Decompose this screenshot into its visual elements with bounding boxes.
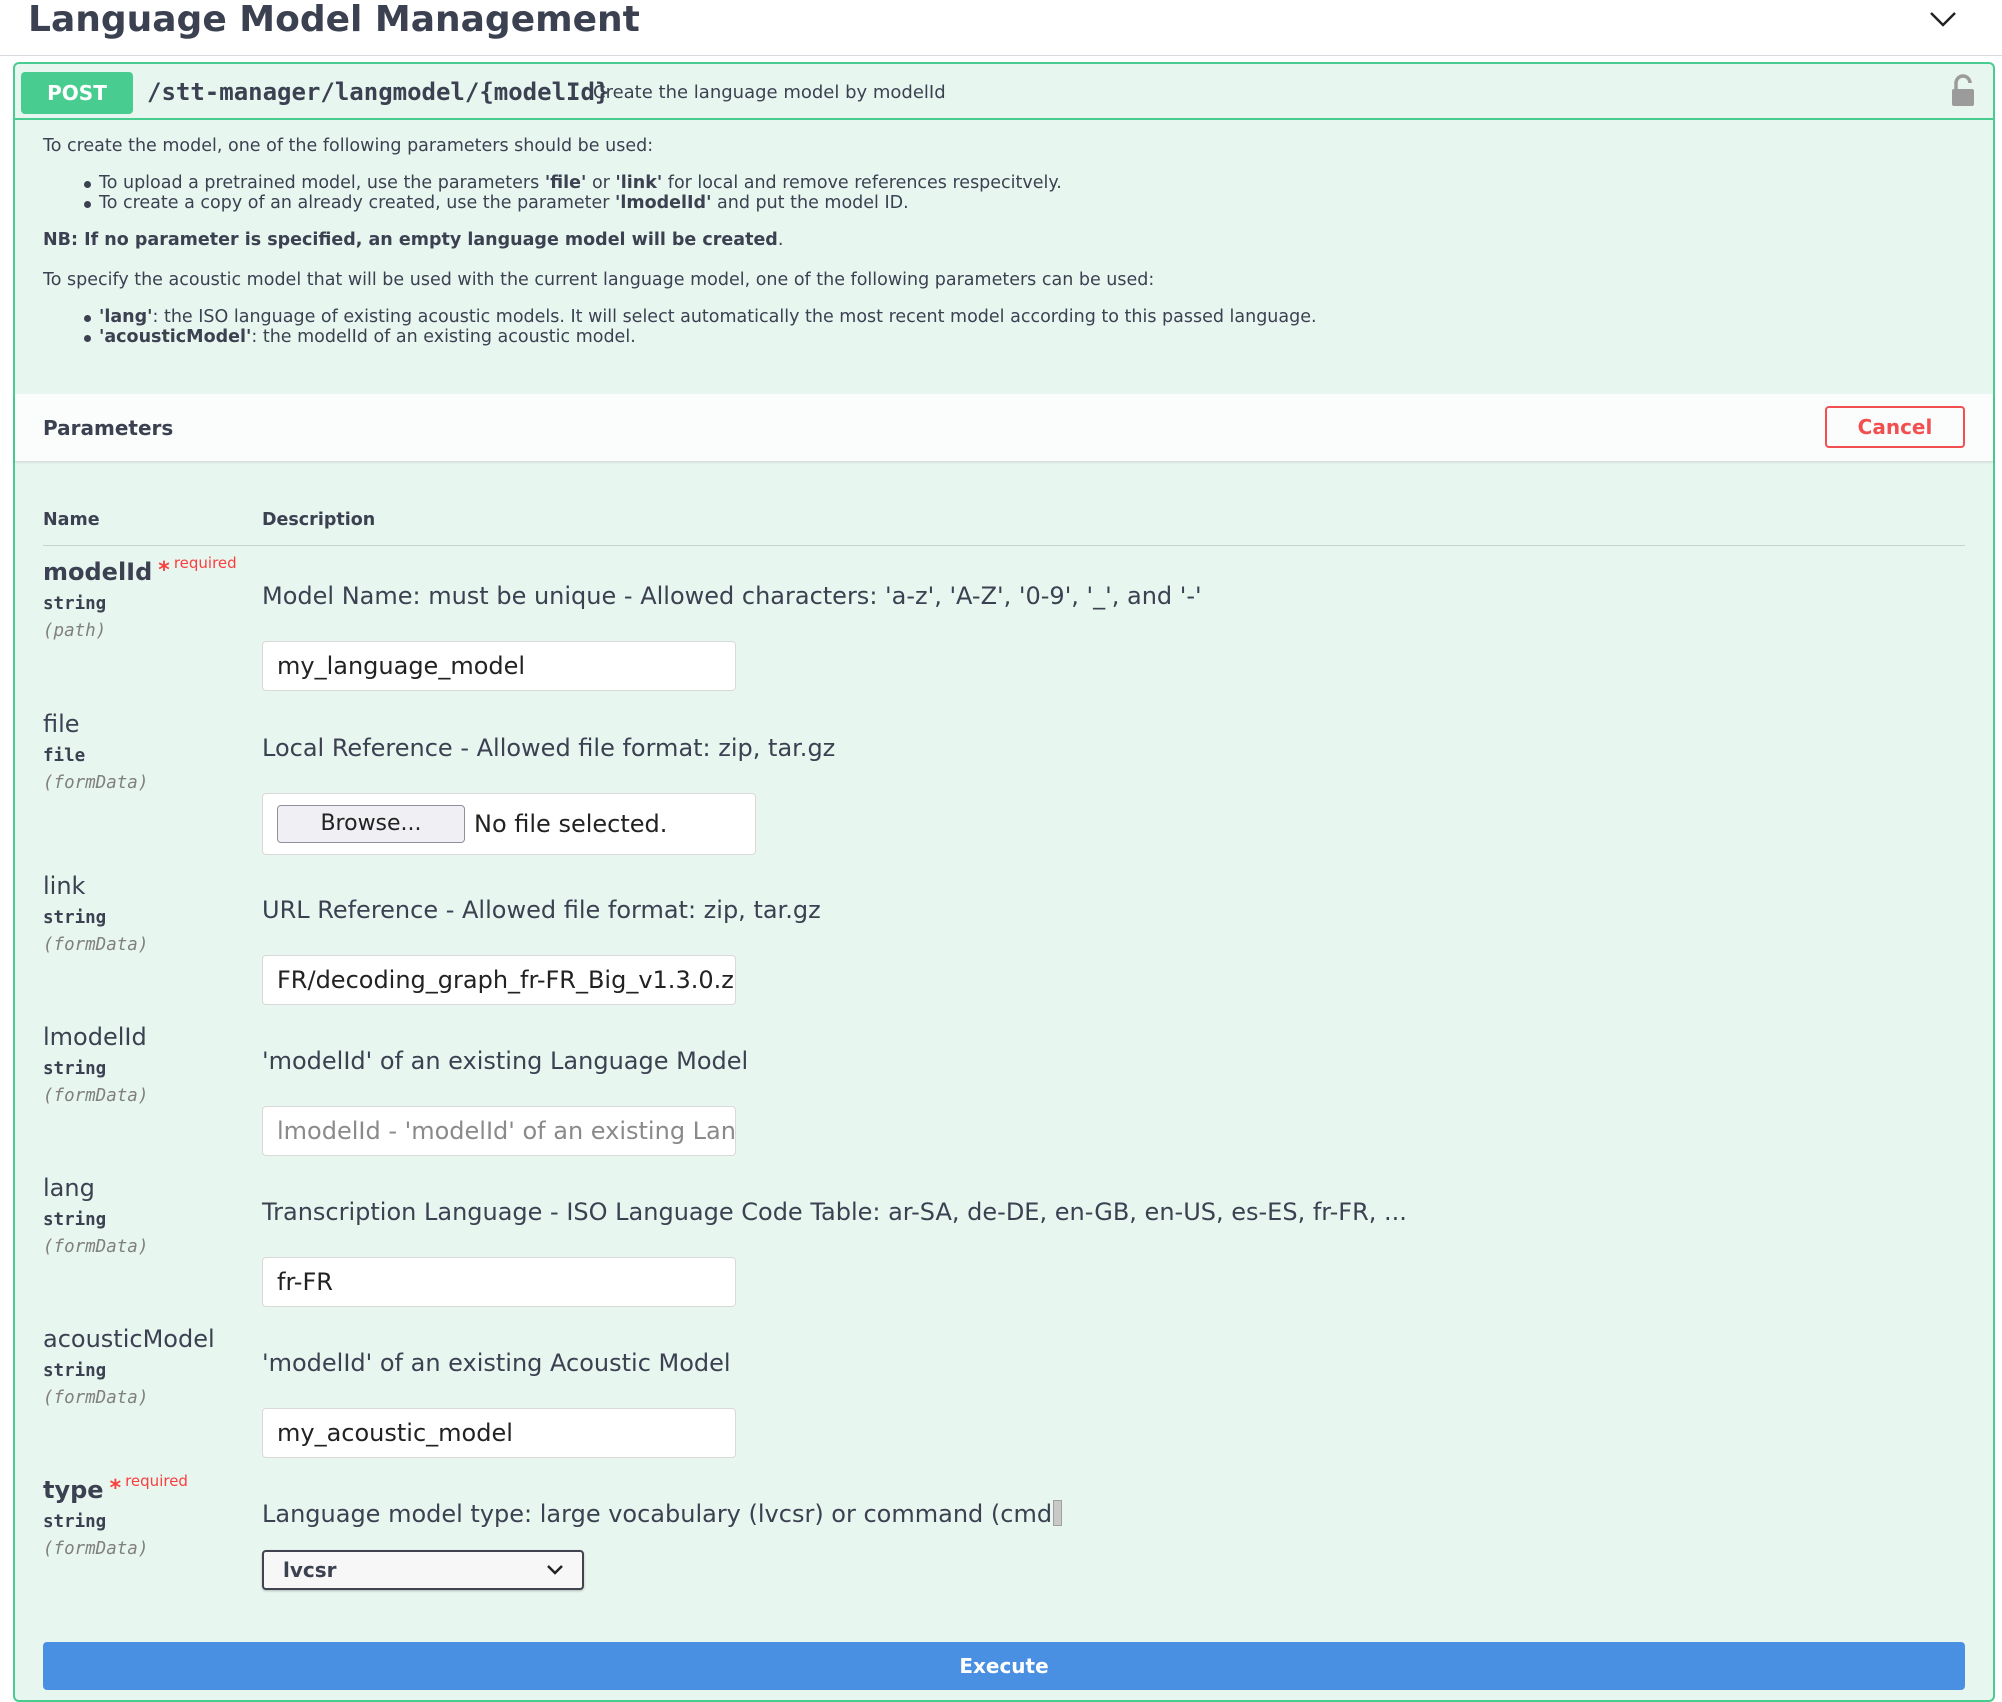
- browse-button[interactable]: Browse...: [277, 805, 465, 843]
- param-description: Local Reference - Allowed file format: z…: [262, 734, 836, 762]
- method-badge: POST: [21, 72, 133, 114]
- param-in: (formData): [43, 1388, 149, 1408]
- execute-button[interactable]: Execute: [43, 1642, 1965, 1690]
- link-input[interactable]: FR/decoding_graph_fr-FR_Big_v1.3.0.zip: [262, 955, 736, 1005]
- operation-block: POST /stt-manager/langmodel/{modelId} Cr…: [13, 62, 1995, 1702]
- param-type: string: [43, 1361, 107, 1381]
- param-description: 'modelId' of an existing Acoustic Model: [262, 1349, 731, 1377]
- cancel-button[interactable]: Cancel: [1825, 406, 1965, 448]
- param-description: 'modelId' of an existing Language Model: [262, 1047, 749, 1075]
- param-type: string: [43, 1512, 107, 1532]
- operation-path: /stt-manager/langmodel/{modelId}: [147, 78, 610, 106]
- operation-summary: Create the language model by modelId: [593, 82, 946, 103]
- param-name-type: type * required: [43, 1472, 188, 1504]
- lmodelid-input[interactable]: lmodelId - 'modelId' of an existing Lang…: [262, 1106, 736, 1156]
- param-in: (formData): [43, 1539, 149, 1559]
- param-in: (formData): [43, 1086, 149, 1106]
- param-name-modelid: modelId * required: [43, 554, 237, 586]
- chevron-down-icon: [547, 1565, 563, 1575]
- description-intro: To create the model, one of the followin…: [43, 136, 654, 156]
- lang-input[interactable]: fr-FR: [262, 1257, 736, 1307]
- param-in: (formData): [43, 773, 149, 793]
- lock-icon[interactable]: [1949, 74, 1977, 108]
- section-header[interactable]: Language Model Management: [0, 0, 2002, 56]
- param-type: string: [43, 1210, 107, 1230]
- acousticmodel-input[interactable]: my_acoustic_model: [262, 1408, 736, 1458]
- section-title: Language Model Management: [28, 0, 640, 40]
- file-input[interactable]: Browse... No file selected.: [262, 793, 756, 855]
- list-item: 'lang': the ISO language of existing aco…: [43, 307, 1317, 327]
- parameters-title: Parameters: [43, 416, 174, 440]
- param-type: string: [43, 908, 107, 928]
- required-star: *: [109, 1476, 122, 1501]
- list-item: To create a copy of an already created, …: [43, 193, 1062, 213]
- param-type: file: [43, 746, 86, 766]
- modelid-input[interactable]: my_language_model: [262, 641, 736, 691]
- chevron-down-icon[interactable]: [1928, 4, 1958, 34]
- param-in: (formData): [43, 1237, 149, 1257]
- required-star: *: [158, 558, 170, 583]
- header-divider: [43, 545, 1965, 546]
- list-item: To upload a pretrained model, use the pa…: [43, 173, 1062, 193]
- acoustic-options-list: 'lang': the ISO language of existing aco…: [43, 307, 1317, 347]
- param-name-link: link: [43, 872, 86, 900]
- list-item: 'acousticModel': the modelId of an exist…: [43, 327, 1317, 347]
- column-header-description: Description: [262, 510, 376, 530]
- param-type: string: [43, 1059, 107, 1079]
- param-description: Model Name: must be unique - Allowed cha…: [262, 582, 1202, 610]
- param-description: Language model type: large vocabulary (l…: [262, 1499, 1063, 1529]
- param-name-lmodelid: lmodelId: [43, 1023, 147, 1051]
- description-acoustic-intro: To specify the acoustic model that will …: [43, 270, 1155, 290]
- param-name-acousticmodel: acousticModel: [43, 1325, 215, 1353]
- param-description: URL Reference - Allowed file format: zip…: [262, 896, 821, 924]
- param-name-file: file: [43, 710, 80, 738]
- param-type: string: [43, 594, 107, 614]
- upload-options-list: To upload a pretrained model, use the pa…: [43, 173, 1062, 213]
- parameters-header: Parameters Cancel: [15, 394, 1993, 462]
- file-status: No file selected.: [474, 810, 668, 838]
- description-note: NB: If no parameter is specified, an emp…: [43, 230, 784, 250]
- param-in: (path): [43, 621, 107, 641]
- select-value: lvcsr: [283, 1558, 337, 1582]
- required-label: required: [125, 1472, 188, 1490]
- param-in: (formData): [43, 935, 149, 955]
- text-cursor: [1053, 1500, 1063, 1526]
- param-name-lang: lang: [43, 1174, 95, 1202]
- param-description: Transcription Language - ISO Language Co…: [262, 1198, 1407, 1226]
- column-header-name: Name: [43, 510, 100, 530]
- operation-summary-bar[interactable]: POST /stt-manager/langmodel/{modelId} Cr…: [15, 64, 1993, 120]
- type-select[interactable]: lvcsr: [262, 1550, 584, 1590]
- required-label: required: [173, 554, 237, 572]
